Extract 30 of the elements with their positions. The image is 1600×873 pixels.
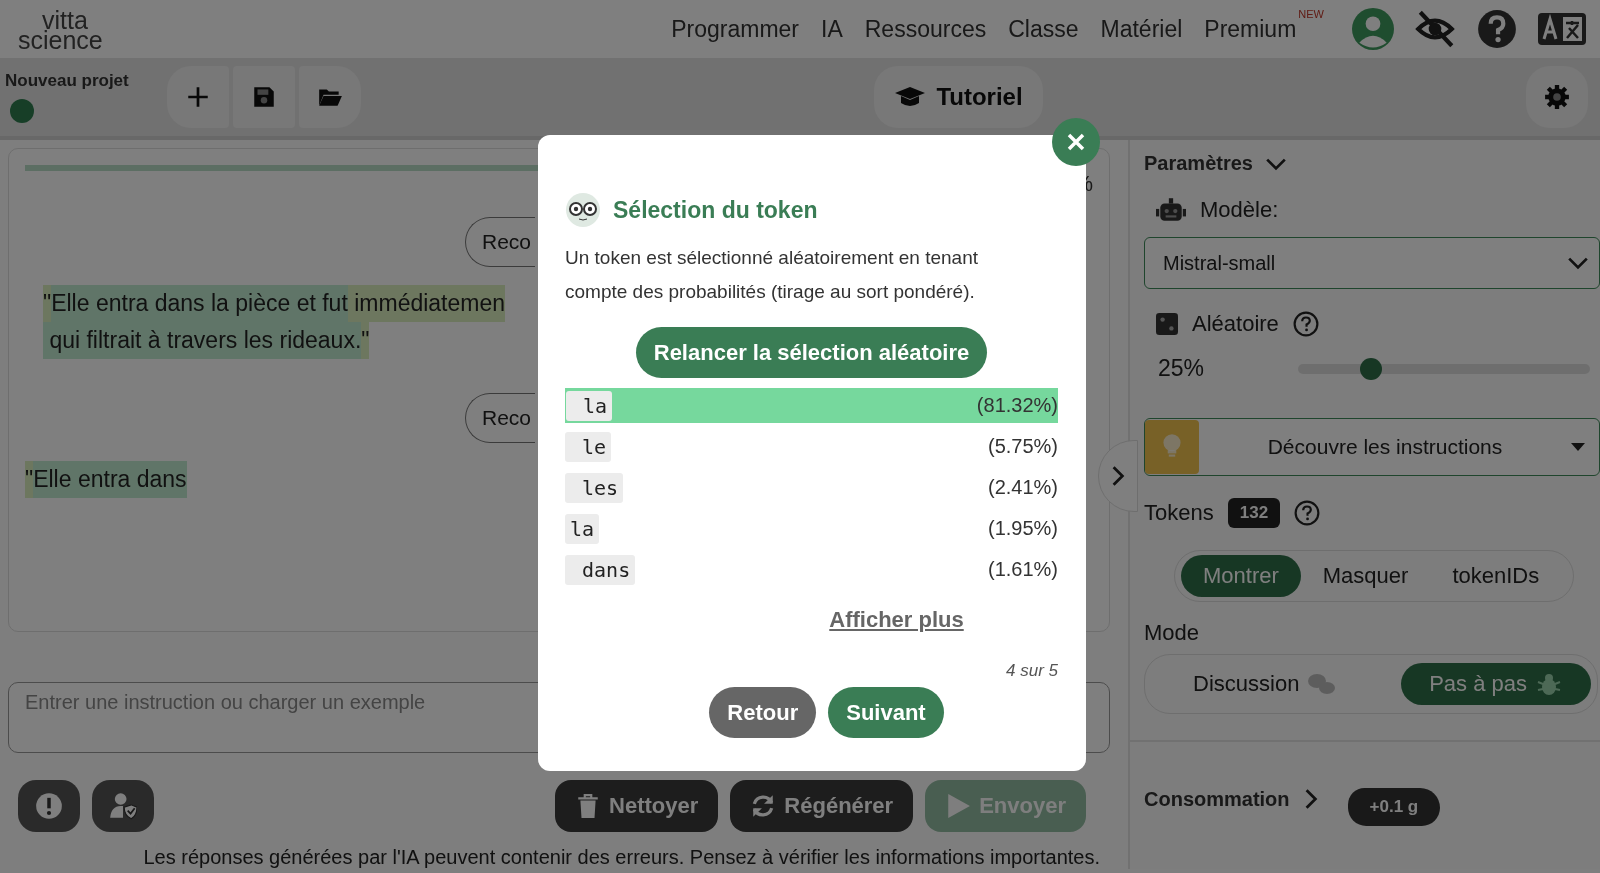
token-chip: les (565, 472, 624, 503)
token-chip: le (565, 431, 612, 462)
token-highlight: Elle entra dans la pièce et fut (51, 285, 348, 322)
token-probability: (1.95%) (987, 517, 1058, 540)
token-highlight: " (25, 461, 34, 498)
model-label: Modèle: (1200, 197, 1279, 223)
token-highlight: " (361, 322, 370, 359)
token-highlight: qui filtrait à travers les rideaux. (43, 322, 362, 359)
token-chip: la (565, 513, 600, 544)
disclaimer-text: Les réponses générées par l'IA peuvent contenir des erreurs. Pensez à vérifier les informations importantes. (142, 846, 1101, 869)
dialog-description: Un token est sélectionné aléatoirement en tenant compte des probabilités (tirage au sort pondéré). (565, 246, 979, 304)
token-highlight: " (43, 285, 52, 322)
token-probability: (5.75%) (987, 435, 1058, 458)
token-highlight: Elle entra dans (33, 461, 187, 498)
randomness-value: 25% (1158, 355, 1206, 382)
new-label: NEW (1298, 7, 1324, 20)
project-name: Nouveau projet (5, 71, 130, 91)
token-probability: (81.32%) (976, 394, 1058, 417)
token-probability: (2.41%) (987, 476, 1058, 499)
consumption-cloud: +0.1 g (1347, 788, 1441, 826)
token-highlight: immédiatemen (347, 285, 506, 322)
token-chip: dans (565, 554, 636, 585)
mode-label: Mode (1144, 620, 1201, 646)
randomness-label: Aléatoire (1192, 311, 1279, 337)
dialog-title: Sélection du token (613, 196, 818, 224)
token-count: 132 (1227, 498, 1281, 528)
tokens-label: Tokens (1144, 500, 1214, 526)
step-counter: 4 sur 5 (1005, 661, 1058, 681)
token-probability: (1.61%) (987, 558, 1058, 581)
token-chip: la (566, 390, 613, 421)
